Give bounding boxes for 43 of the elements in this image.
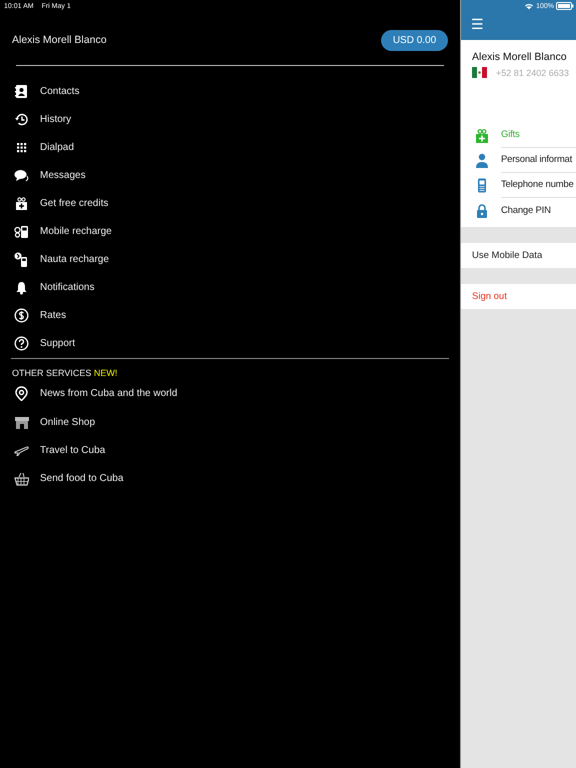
menu-button[interactable]: ☰: [461, 12, 491, 38]
menu-item[interactable]: Support: [40, 338, 76, 350]
sign-out-link[interactable]: Sign out: [461, 284, 576, 309]
user-name: Alexis Morell Blanco: [472, 51, 568, 63]
chat-bubbles-icon: [14, 168, 28, 183]
mobile-phone-icon: [475, 178, 489, 193]
menu-item[interactable]: Mobile recharge: [40, 226, 112, 238]
dollar-circle-icon: [14, 308, 28, 324]
battery-icon: [556, 2, 574, 10]
basket-icon: [14, 470, 28, 486]
user-name: Alexis Morell Blanco: [12, 34, 107, 46]
menu-item[interactable]: History: [40, 114, 72, 125]
wifi-icon: [524, 2, 534, 10]
mobile-data-option[interactable]: Use Mobile Data: [461, 243, 576, 268]
section-heading: OTHER SERVICES NEW!: [11, 366, 118, 380]
menu-item[interactable]: Rates: [40, 310, 66, 322]
history-icon: [14, 112, 28, 127]
storefront-icon: [14, 414, 28, 430]
menu-item[interactable]: Get free credits: [40, 198, 108, 209]
padlock-icon: [475, 203, 489, 218]
phone-number: +52 81 2402 6633: [496, 68, 569, 78]
balance-button[interactable]: USD 0.00: [381, 30, 448, 50]
person-icon: [475, 153, 489, 168]
gift-icon: [475, 128, 489, 143]
menu-item[interactable]: Online Shop: [40, 416, 96, 428]
menu-item[interactable]: Dialpad: [40, 142, 74, 153]
menu-item[interactable]: Messages: [40, 170, 86, 181]
gift-icon: [14, 196, 28, 211]
contacts-book-icon: [14, 84, 28, 99]
account-menu-item[interactable]: Personal informat: [501, 148, 576, 173]
bell-icon: [14, 280, 28, 296]
menu-item[interactable]: Nauta recharge: [40, 254, 109, 266]
menu-item[interactable]: Travel to Cuba: [40, 444, 106, 456]
menu-item[interactable]: Send food to Cuba: [40, 472, 124, 484]
account-menu-item[interactable]: Telephone numbe: [501, 173, 576, 198]
mexico-flag-icon: [472, 67, 487, 78]
help-circle-icon: [14, 336, 28, 352]
account-menu-item[interactable]: Change PIN: [501, 198, 576, 222]
menu-item[interactable]: Notifications: [40, 282, 94, 294]
location-pin-icon: [14, 386, 28, 402]
phone-coins-icon: [14, 224, 28, 240]
menu-item[interactable]: News from Cuba and the world: [40, 388, 178, 400]
menu-item[interactable]: Contacts: [40, 86, 80, 97]
